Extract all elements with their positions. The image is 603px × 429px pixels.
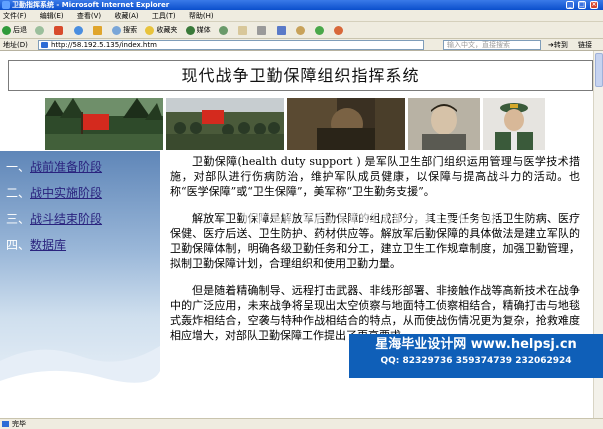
research-icon xyxy=(334,25,344,35)
search-input[interactable]: 输入中文，直接搜索 xyxy=(443,40,541,50)
window-title: 卫勤指挥系统 - Microsoft Internet Explorer xyxy=(12,1,170,9)
discuss-icon xyxy=(295,25,305,35)
nav-item-prewar[interactable]: 一、战前准备阶段 xyxy=(6,158,102,175)
nav-num: 一、 xyxy=(6,160,31,174)
home-icon xyxy=(92,25,102,35)
page-title: 现代战争卫勤保障组织指挥系统 xyxy=(8,60,593,91)
address-input[interactable]: http://58.192.5.135/index.htm xyxy=(38,40,424,50)
status-text: 完毕 xyxy=(12,420,26,428)
menu-tools[interactable]: 工具(T) xyxy=(152,12,176,20)
media-button[interactable]: 媒体 xyxy=(185,22,211,39)
address-label: 地址(D) xyxy=(3,41,28,49)
menu-edit[interactable]: 编辑(E) xyxy=(40,12,64,20)
search-icon xyxy=(112,25,122,35)
edit-icon xyxy=(276,25,286,35)
troops-flag-photo xyxy=(166,98,284,150)
article-body: 卫勤保障(health duty support ) 是军队卫生部门组织运用管理… xyxy=(170,154,580,355)
page-icon xyxy=(41,42,48,48)
nav-link-database[interactable]: 数据库 xyxy=(30,238,66,252)
forward-arrow-icon xyxy=(35,25,45,35)
mail-icon xyxy=(238,25,248,35)
nav-item-postwar[interactable]: 三、战斗结束阶段 xyxy=(6,210,102,227)
close-button[interactable]: × xyxy=(590,1,598,9)
home-button[interactable] xyxy=(92,22,104,39)
stop-button[interactable] xyxy=(54,22,65,39)
search-button[interactable]: 搜索 xyxy=(112,22,137,39)
toolbar: 后退 搜索 收藏夹 媒体 xyxy=(0,22,603,39)
research-button[interactable] xyxy=(334,22,345,39)
menu-favorites[interactable]: 收藏(A) xyxy=(114,12,138,20)
status-bar: 完毕 xyxy=(0,418,603,429)
star-icon xyxy=(145,25,155,35)
title-bar: 卫勤指挥系统 - Microsoft Internet Explorer _ □… xyxy=(0,0,603,10)
print-button[interactable] xyxy=(257,22,268,39)
ad-contact: QQ: 82329736 359374739 232062924 xyxy=(380,356,572,366)
nav-link-postwar[interactable]: 战斗结束阶段 xyxy=(30,212,102,226)
ad-banner: 星海毕业设计网 www.helpsj.cn QQ: 82329736 35937… xyxy=(349,334,603,378)
history-button[interactable] xyxy=(218,22,230,39)
nav-sidebar: 一、战前准备阶段 二、战中实施阶段 三、战斗结束阶段 四、数据库 xyxy=(0,151,160,418)
nav-item-database[interactable]: 四、数据库 xyxy=(6,236,66,253)
messenger-button[interactable] xyxy=(315,22,326,39)
photo-banner xyxy=(45,98,545,150)
refresh-button[interactable] xyxy=(73,22,85,39)
back-button[interactable]: 后退 xyxy=(2,22,27,39)
back-arrow-icon xyxy=(2,25,11,35)
menu-bar: 文件(F) 编辑(E) 查看(V) 收藏(A) 工具(T) 帮助(H) xyxy=(0,10,603,22)
favorites-button[interactable]: 收藏夹 xyxy=(145,22,177,39)
nav-item-inwar[interactable]: 二、战中实施阶段 xyxy=(6,184,102,201)
watermark-text: www.helpsj.cn xyxy=(240,196,498,231)
media-icon xyxy=(185,25,195,35)
nav-link-inwar[interactable]: 战中实施阶段 xyxy=(30,186,102,200)
address-url: http://58.192.5.135/index.htm xyxy=(51,41,157,49)
paragraph-definition: 卫勤保障(health duty support ) 是军队卫生部门组织运用管理… xyxy=(170,155,580,198)
forward-button[interactable] xyxy=(35,22,46,39)
nav-num: 四、 xyxy=(6,238,31,252)
soldiers-forest-photo xyxy=(45,98,163,150)
links-button[interactable]: 链接 xyxy=(578,39,592,51)
snow-landscape-graphic xyxy=(0,346,160,418)
browser-window: 卫勤指挥系统 - Microsoft Internet Explorer _ □… xyxy=(0,0,603,429)
nav-num: 二、 xyxy=(6,186,31,200)
minimize-button[interactable]: _ xyxy=(566,1,574,9)
discuss-button[interactable] xyxy=(295,22,307,39)
soldier-closeup-photo xyxy=(287,98,405,150)
officer-portrait-photo xyxy=(483,98,545,150)
mail-button[interactable] xyxy=(238,22,249,39)
menu-view[interactable]: 查看(V) xyxy=(77,12,101,20)
go-button[interactable]: ➔转到 xyxy=(548,39,568,51)
stop-icon xyxy=(54,25,64,35)
scroll-thumb[interactable] xyxy=(595,53,603,87)
history-icon xyxy=(218,25,228,35)
nav-link-prewar[interactable]: 战前准备阶段 xyxy=(30,160,102,174)
ie-icon xyxy=(2,1,10,9)
maximize-button[interactable]: □ xyxy=(578,1,586,9)
refresh-icon xyxy=(73,25,83,35)
edit-button[interactable] xyxy=(276,22,288,39)
nav-num: 三、 xyxy=(6,212,31,226)
ad-site-name: 星海毕业设计网 www.helpsj.cn xyxy=(375,337,577,352)
leader-portrait-photo xyxy=(408,98,480,150)
print-icon xyxy=(257,25,267,35)
address-bar: 地址(D) http://58.192.5.135/index.htm 输入中文… xyxy=(0,39,603,51)
status-page-icon xyxy=(2,421,9,427)
menu-file[interactable]: 文件(F) xyxy=(3,12,27,20)
menu-help[interactable]: 帮助(H) xyxy=(189,12,214,20)
messenger-icon xyxy=(315,25,325,35)
